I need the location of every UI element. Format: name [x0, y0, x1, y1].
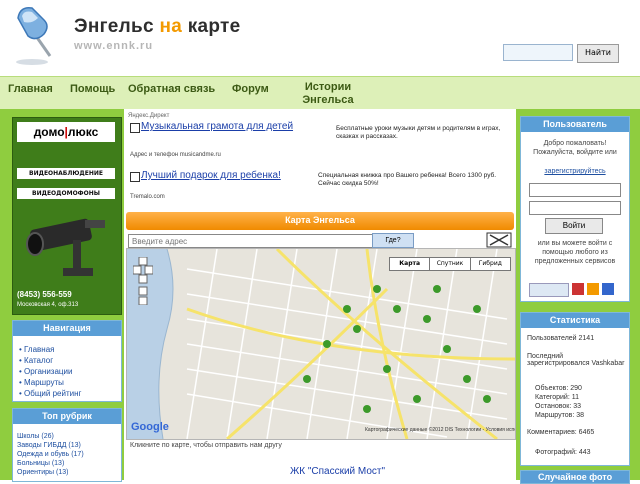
- map-pan-zoom-control[interactable]: [133, 257, 153, 305]
- nav-history[interactable]: Истории Энгельса: [296, 81, 360, 107]
- password-field[interactable]: [529, 201, 621, 215]
- search-input[interactable]: [503, 44, 573, 61]
- random-photo-title: Случайное фото: [521, 471, 629, 483]
- top-rubrics-title: Топ рубрик: [13, 409, 121, 424]
- navigation-item[interactable]: • Организации: [19, 367, 72, 376]
- ad2-text: Специальная книжка про Вашего ребенка! В…: [318, 172, 497, 187]
- login-button[interactable]: Войти: [545, 218, 603, 234]
- site-url: www.ennk.ru: [74, 40, 154, 52]
- user-welcome-text: Добро пожаловать! Пожалуйста, войдите ил…: [533, 140, 617, 156]
- ad-bullet-icon: [130, 123, 140, 133]
- ad1-title-link[interactable]: Музыкальная грамота для детей: [141, 121, 293, 132]
- map-type-satellite[interactable]: Спутник: [429, 258, 469, 270]
- fullscreen-icon[interactable]: [486, 232, 512, 248]
- rubric-item[interactable]: Школы (26): [17, 433, 54, 440]
- stats-item: Комментариев: 6465: [527, 429, 595, 436]
- user-box-title: Пользователь: [521, 117, 629, 132]
- ad-brand: домо|люкс: [17, 122, 115, 142]
- rubric-item[interactable]: Больницы (13): [17, 460, 64, 467]
- random-photo-box: Случайное фото: [520, 470, 630, 484]
- stats-item: Последний зарегистрировался Vashkabar: [527, 353, 625, 367]
- navigation-item[interactable]: • Маршруты: [19, 378, 64, 387]
- rubric-item[interactable]: Заводы ГИБДД (13): [17, 442, 81, 449]
- stats-box-title: Статистика: [521, 313, 629, 328]
- site-title[interactable]: Энгельс на карте: [74, 16, 241, 38]
- social-login-icon[interactable]: [572, 283, 584, 295]
- map-type-switch: Карта Спутник Гибрид: [389, 257, 511, 271]
- social-login-icon[interactable]: [587, 283, 599, 295]
- main-nav: Главная Помощь Обратная связь Форум Исто…: [0, 76, 640, 110]
- find-address-button[interactable]: Где?: [372, 233, 414, 248]
- navigation-box-title: Навигация: [13, 321, 121, 336]
- camera-icon: [26, 218, 105, 276]
- ad2-meta[interactable]: Tremalo.com: [130, 194, 165, 200]
- ad-bullet-icon: [130, 172, 140, 182]
- google-logo: Google: [131, 421, 169, 433]
- navigation-item[interactable]: • Каталог: [19, 356, 53, 365]
- ad1-meta[interactable]: Адрес и телефон musicandme.ru: [130, 152, 221, 158]
- stats-item: Объектов: 290: [535, 385, 582, 392]
- map-canvas[interactable]: Карта Спутник Гибрид Google Картографиче…: [126, 248, 516, 440]
- map-type-hybrid[interactable]: Гибрид: [469, 258, 510, 270]
- nav-feedback[interactable]: Обратная связь: [128, 83, 215, 96]
- nav-forum[interactable]: Форум: [232, 83, 269, 96]
- header: Энгельс на карте www.ennk.ru Найти: [0, 0, 640, 76]
- navigation-item[interactable]: • Главная: [19, 345, 54, 354]
- featured-title[interactable]: ЖК "Спасский Мост": [290, 466, 385, 477]
- stats-box: Статистика Пользователей 2141 Последний …: [520, 312, 630, 466]
- navigation-box: Навигация • Главная • Каталог • Организа…: [12, 320, 122, 402]
- social-login-icon[interactable]: [602, 283, 614, 295]
- navigation-item[interactable]: • Общий рейтинг: [19, 389, 81, 398]
- nav-help[interactable]: Помощь: [70, 83, 115, 96]
- social-login-icon[interactable]: [529, 283, 569, 297]
- stats-item: Маршрутов: 38: [535, 412, 585, 419]
- map-caption: Кликните по карте, чтобы отправить нам д…: [130, 442, 282, 449]
- rubric-item[interactable]: Одежда и обувь (17): [17, 451, 84, 458]
- social-login-note: или вы можете войти с помощью любого из …: [534, 240, 616, 265]
- top-rubrics-box: Топ рубрик Школы (26) Заводы ГИБДД (13) …: [12, 408, 122, 482]
- map-type-map[interactable]: Карта: [390, 258, 429, 270]
- stats-item: Остановок: 33: [535, 403, 581, 410]
- ad2-title-link[interactable]: Лучший подарок для ребенка!: [141, 170, 281, 181]
- ad-line-surveillance: ВИДЕОНАБЛЮДЕНИЕ: [17, 168, 115, 179]
- search-button[interactable]: Найти: [577, 44, 619, 63]
- register-link[interactable]: зарегистрируйтесь: [525, 167, 625, 176]
- banner-ad[interactable]: домо|люкс ВИДЕОНАБЛЮДЕНИЕ ВИДЕОДОМОФОНЫ …: [12, 117, 122, 315]
- ad-line-intercom: ВИДЕОДОМОФОНЫ: [17, 188, 115, 199]
- login-field[interactable]: [529, 183, 621, 197]
- map-copyright: Картографические данные ©2012 DIS Технол…: [365, 427, 515, 433]
- ad1-text: Бесплатные уроки музыки детям и родителя…: [336, 125, 501, 140]
- address-input[interactable]: [128, 234, 374, 248]
- rubric-item[interactable]: Ориентиры (13): [17, 469, 68, 476]
- stats-item: Пользователей 2141: [527, 335, 595, 342]
- stats-item: Категорий: 11: [535, 394, 579, 401]
- nav-home[interactable]: Главная: [8, 83, 53, 96]
- stats-item: Фотографий: 443: [535, 449, 591, 456]
- map-header-bar: Карта Энгельса: [126, 212, 514, 230]
- ads-label[interactable]: Яндекс.Директ: [128, 113, 169, 119]
- pushpin-logo-icon: [16, 6, 52, 65]
- map-header-title: Карта Энгельса: [285, 215, 355, 225]
- user-box: Пользователь Добро пожаловать! Пожалуйст…: [520, 116, 630, 302]
- map-streets: [127, 249, 515, 439]
- social-login-icons: [529, 283, 621, 297]
- ad-address: Московская 4, оф.313: [17, 302, 79, 308]
- ad-phone: (8453) 556-559: [17, 290, 72, 299]
